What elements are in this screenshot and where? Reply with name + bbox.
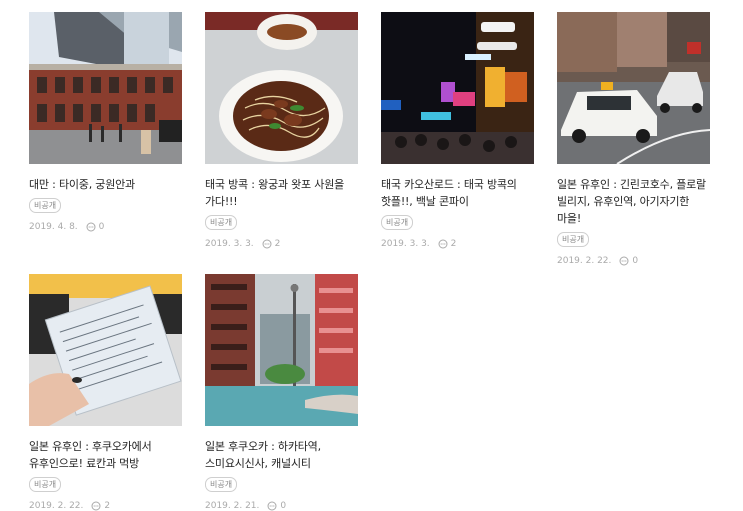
comment-count[interactable]: 0 xyxy=(619,256,638,266)
comment-icon xyxy=(262,239,272,249)
comment-icon xyxy=(86,222,96,232)
private-badge: 비공개 xyxy=(29,477,62,492)
post-thumbnail[interactable] xyxy=(29,12,182,164)
post-card[interactable]: 태국 카오산로드 : 태국 방콕의 핫플!!, 백날 콘파이 비공개 2019.… xyxy=(381,12,534,249)
comment-count[interactable]: 0 xyxy=(267,501,286,511)
post-date: 2019. 2. 22. xyxy=(557,256,612,266)
post-date: 2019. 3. 3. xyxy=(205,239,254,249)
post-card[interactable]: 일본 후쿠오카 : 하카타역, 스미요시신사, 캐널시티 비공개 2019. 2… xyxy=(205,274,358,511)
post-meta: 2019. 3. 3. 2 xyxy=(205,239,358,249)
noodle-soup-photo xyxy=(205,12,358,164)
post-meta: 2019. 2. 22. 2 xyxy=(29,501,182,511)
post-title[interactable]: 일본 유후인 : 후쿠오카에서 유후인으로! 료칸과 먹방 xyxy=(29,438,182,472)
private-badge: 비공개 xyxy=(29,198,62,213)
comment-count-value: 0 xyxy=(632,256,639,266)
post-title[interactable]: 일본 유후인 : 긴린코호수, 플로랄 빌리지, 유후인역, 아기자기한 마을! xyxy=(557,176,710,227)
comment-count-value: 2 xyxy=(274,239,281,249)
comment-count-value: 2 xyxy=(104,501,111,511)
post-meta: 2019. 4. 8. 0 xyxy=(29,222,182,232)
post-card[interactable]: 일본 유후인 : 후쿠오카에서 유후인으로! 료칸과 먹방 비공개 2019. … xyxy=(29,274,182,511)
post-meta: 2019. 3. 3. 2 xyxy=(381,239,534,249)
post-thumbnail[interactable] xyxy=(557,12,710,164)
comment-count[interactable]: 2 xyxy=(262,239,281,249)
private-badge: 비공개 xyxy=(205,477,238,492)
post-date: 2019. 3. 3. xyxy=(381,239,430,249)
post-title[interactable]: 태국 방콕 : 왕궁과 왓포 사원을 가다!!! xyxy=(205,176,358,210)
canal-city-photo xyxy=(205,274,358,426)
comment-count[interactable]: 0 xyxy=(86,222,105,232)
comment-count[interactable]: 2 xyxy=(91,501,110,511)
post-thumbnail[interactable] xyxy=(381,12,534,164)
post-card[interactable]: 태국 방콕 : 왕궁과 왓포 사원을 가다!!! 비공개 2019. 3. 3.… xyxy=(205,12,358,249)
comment-icon xyxy=(267,501,277,511)
taichung-building-photo xyxy=(29,12,182,164)
train-tickets-photo xyxy=(29,274,182,426)
comment-icon xyxy=(438,239,448,249)
post-date: 2019. 2. 22. xyxy=(29,501,84,511)
yufuin-street-taxi-photo xyxy=(557,12,710,164)
post-title[interactable]: 대만 : 타이중, 궁원안과 xyxy=(29,176,182,193)
post-date: 2019. 4. 8. xyxy=(29,222,78,232)
post-thumbnail[interactable] xyxy=(29,274,182,426)
comment-icon xyxy=(619,256,629,266)
comment-count-value: 0 xyxy=(98,222,105,232)
comment-count-value: 0 xyxy=(280,501,287,511)
post-title[interactable]: 태국 카오산로드 : 태국 방콕의 핫플!!, 백날 콘파이 xyxy=(381,176,534,210)
post-card[interactable]: 일본 유후인 : 긴린코호수, 플로랄 빌리지, 유후인역, 아기자기한 마을!… xyxy=(557,12,710,266)
private-badge: 비공개 xyxy=(381,215,414,230)
post-thumbnail[interactable] xyxy=(205,12,358,164)
post-card[interactable]: 대만 : 타이중, 궁원안과 비공개 2019. 4. 8. 0 xyxy=(29,12,182,232)
post-title[interactable]: 일본 후쿠오카 : 하카타역, 스미요시신사, 캐널시티 xyxy=(205,438,358,472)
post-grid: 대만 : 타이중, 궁원안과 비공개 2019. 4. 8. 0 태국 방콕:… xyxy=(0,0,743,511)
post-meta: 2019. 2. 21. 0 xyxy=(205,501,358,511)
post-meta: 2019. 2. 22. 0 xyxy=(557,256,710,266)
private-badge: 비공개 xyxy=(205,215,238,230)
comment-count-value: 2 xyxy=(450,239,457,249)
private-badge: 비공개 xyxy=(557,232,590,247)
post-date: 2019. 2. 21. xyxy=(205,501,260,511)
khaosan-night-street-photo xyxy=(381,12,534,164)
post-thumbnail[interactable] xyxy=(205,274,358,426)
comment-count[interactable]: 2 xyxy=(438,239,457,249)
comment-icon xyxy=(91,501,101,511)
